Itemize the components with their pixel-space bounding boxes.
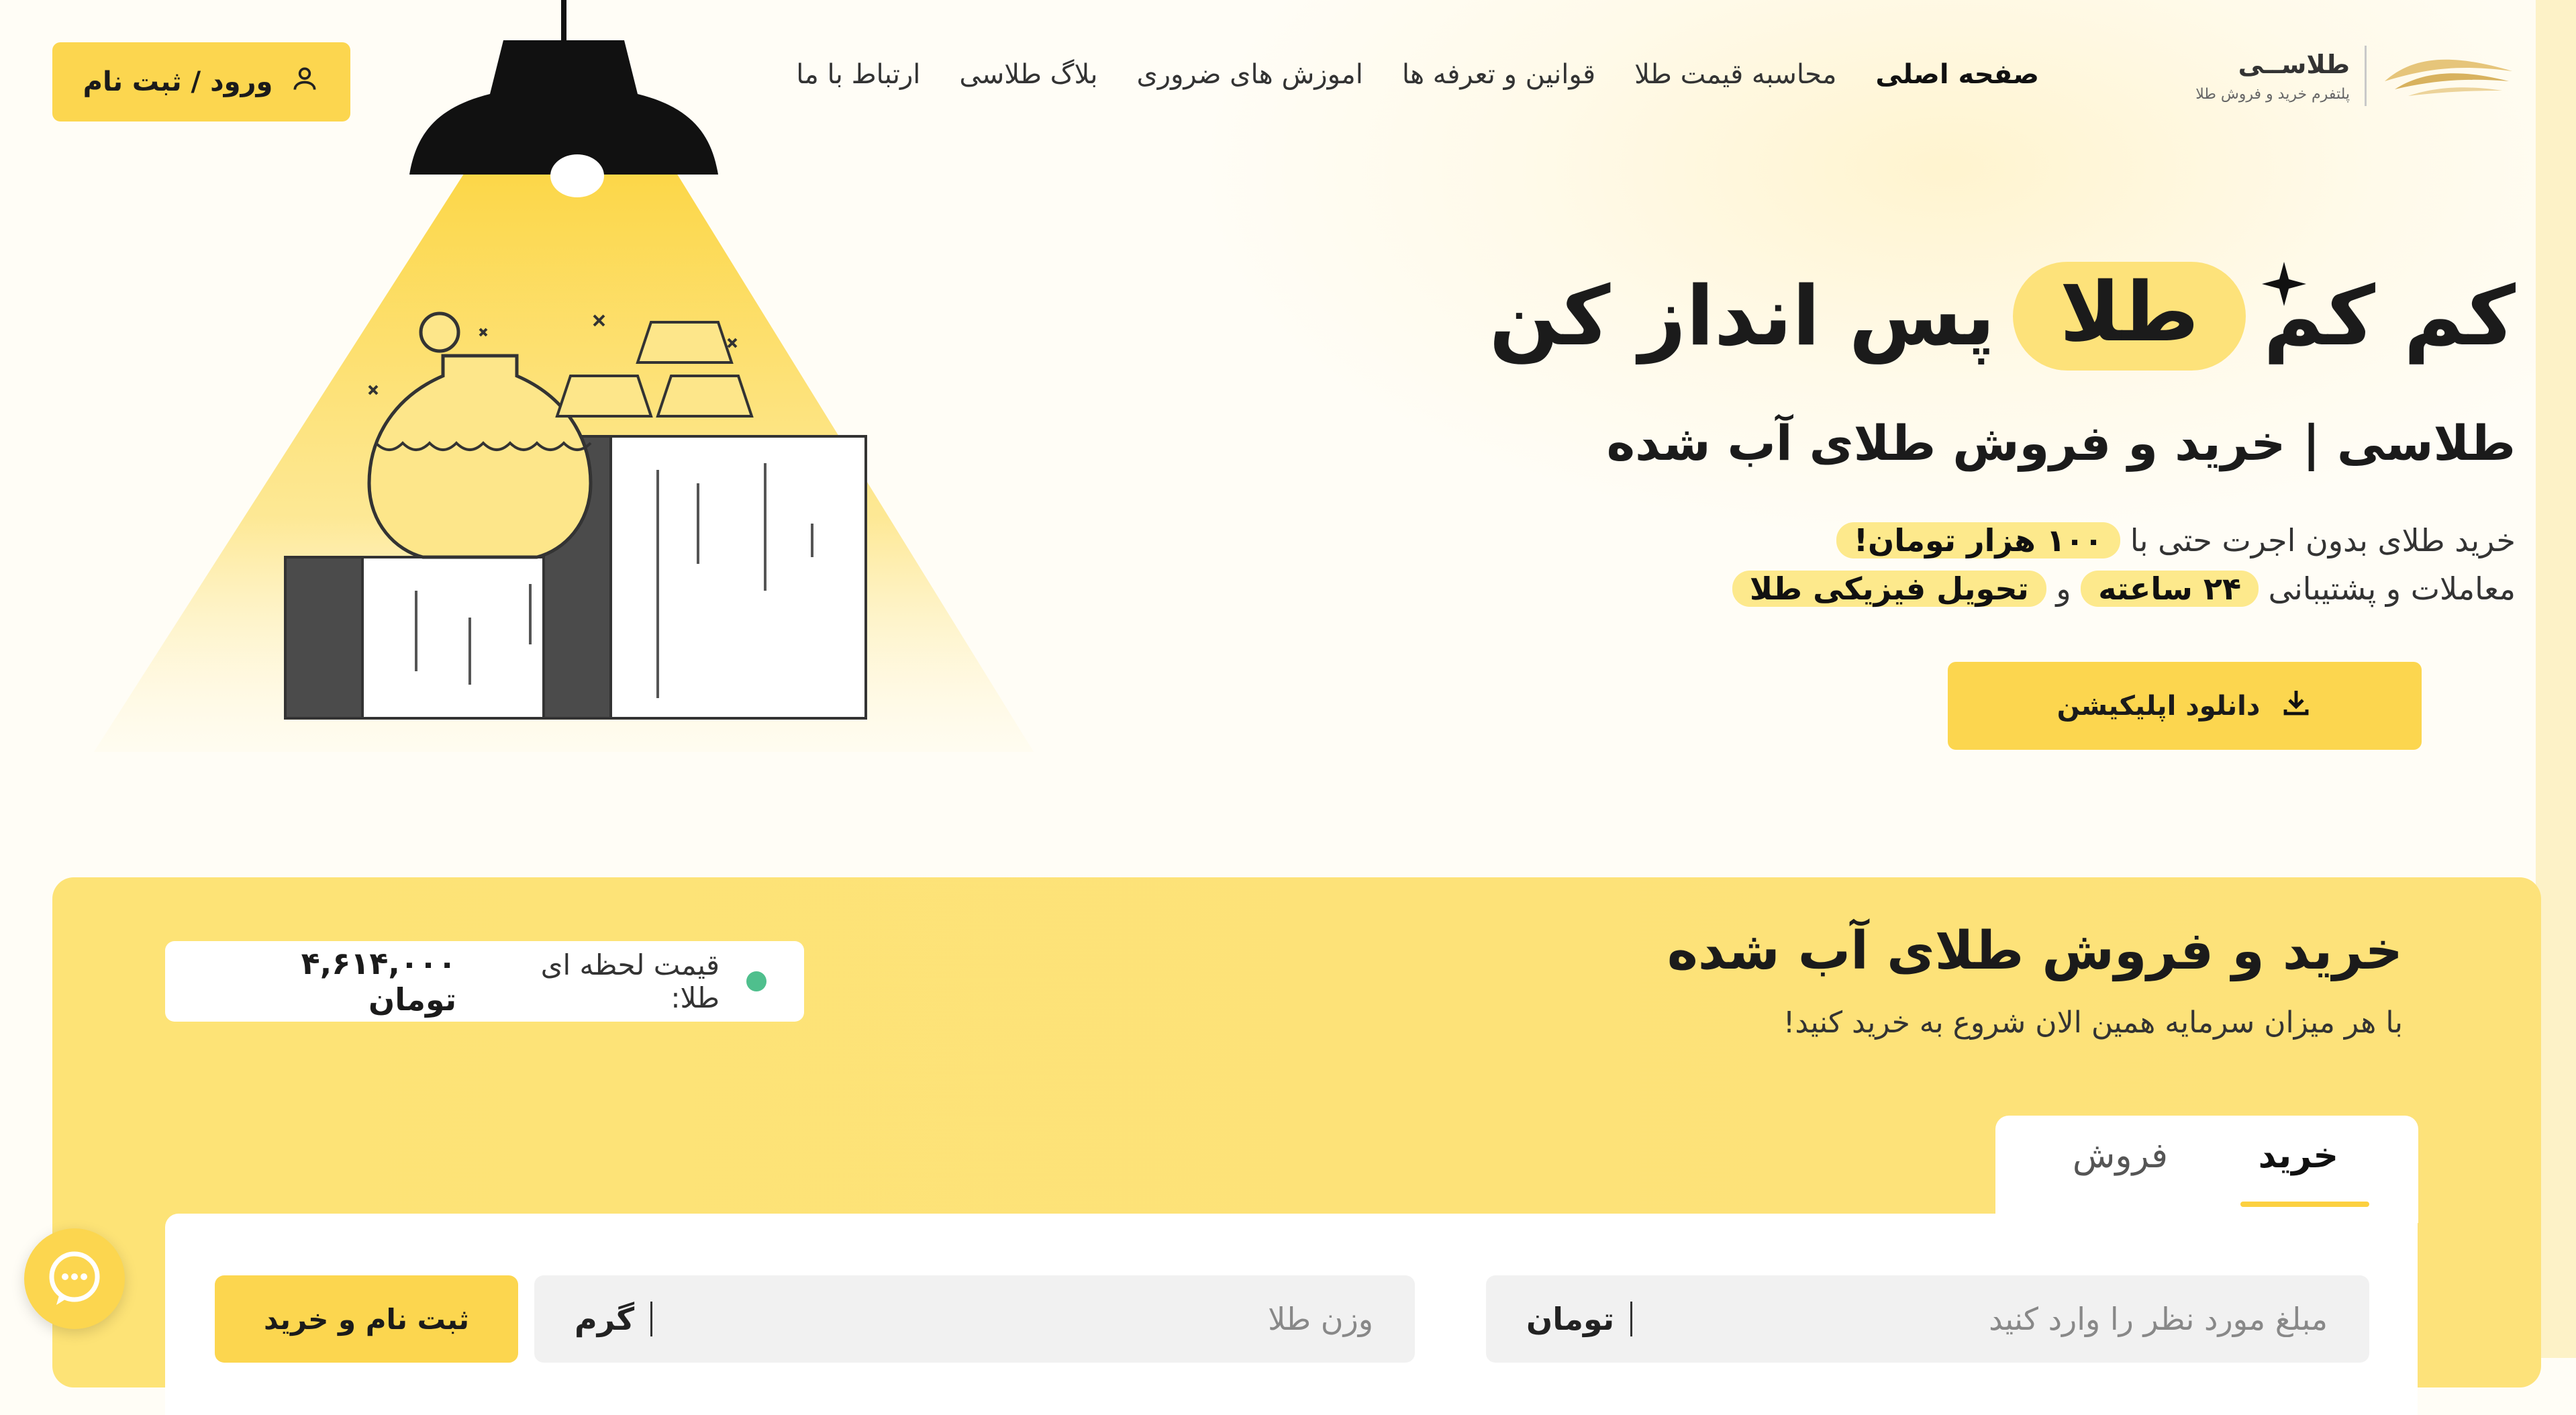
trade-subtitle: با هر میزان سرمایه همین الان شروع به خری…	[1783, 1006, 2403, 1040]
hero-title: کم کم طلا پس انداز کن	[1489, 262, 2516, 371]
tab-buy[interactable]: خرید	[2259, 1136, 2338, 1176]
amount-field[interactable]: تومان	[1486, 1275, 2369, 1363]
lamp-bulb	[550, 154, 604, 197]
download-app-button[interactable]: دانلود اپلیکیشن	[1948, 662, 2422, 750]
hero-line1-text: خرید طلای بدون اجرت حتی با	[2130, 522, 2516, 558]
live-price-card: قیمت لحظه ای طلا: ۴,۶۱۴,۰۰۰ تومان	[165, 941, 804, 1022]
trade-title: خرید و فروش طلای آب شده	[1667, 921, 2403, 981]
weight-input[interactable]	[668, 1300, 1375, 1338]
hero-line1-highlight: ۱۰۰ هزار تومان!	[1836, 522, 2121, 558]
nav-item-rules-tariffs[interactable]: قوانین و تعرفه ها	[1402, 59, 1595, 90]
hero-subtitle: طلاسی | خرید و فروش طلای آب شده	[1606, 415, 2516, 471]
gold-wave-logo-icon	[2381, 48, 2516, 104]
live-price-value: ۴,۶۱۴,۰۰۰ تومان	[301, 945, 457, 1018]
amount-unit: تومان	[1526, 1301, 1615, 1337]
nav-item-home[interactable]: صفحه اصلی	[1875, 59, 2039, 90]
active-tab-indicator	[2240, 1202, 2369, 1207]
download-app-label: دانلود اپلیکیشن	[2057, 690, 2261, 722]
logo-divider	[2365, 46, 2367, 106]
download-icon	[2280, 687, 2312, 726]
hero-title-highlight: طلا	[2012, 262, 2246, 371]
hero-illustration	[94, 0, 1034, 752]
hero-line2-highlight-24h: ۲۴ ساعته	[2081, 571, 2259, 607]
logo-subtitle: پلتفرم خرید و فروش طلا	[2195, 85, 2350, 103]
nav-item-gold-price-calculator[interactable]: محاسبه قیمت طلا	[1634, 59, 1836, 90]
chat-bubble-icon[interactable]	[24, 1228, 125, 1329]
hero-line2-highlight-delivery: تحویل فیزیکی طلا	[1732, 571, 2046, 607]
trade-tabs	[1995, 1116, 2418, 1223]
scroll-track[interactable]	[2536, 0, 2576, 1358]
logo-title: طلاســی	[2238, 49, 2350, 79]
live-price-label: قیمت لحظه ای طلا:	[540, 948, 720, 1014]
live-status-dot	[746, 971, 766, 991]
amount-input[interactable]	[1648, 1300, 2329, 1338]
lamp-shade	[409, 40, 718, 175]
weight-field[interactable]: گرم	[534, 1275, 1415, 1363]
hero-line2-and: و	[2056, 571, 2071, 607]
tab-sell[interactable]: فروش	[2073, 1136, 2168, 1176]
nav-item-tutorials[interactable]: اموزش های ضروری	[1136, 59, 1363, 90]
hero-line-2: معاملات و پشتیبانی ۲۴ ساعته و تحویل فیزی…	[1732, 571, 2516, 607]
hero-line2-text: معاملات و پشتیبانی	[2268, 571, 2516, 607]
weight-unit: گرم	[575, 1301, 635, 1337]
hero-line-1: خرید طلای بدون اجرت حتی با ۱۰۰ هزار توما…	[1836, 522, 2516, 558]
register-and-buy-button[interactable]: ثبت نام و خرید	[215, 1275, 518, 1363]
hero-title-part2: پس انداز کن	[1489, 269, 1995, 364]
field-separator	[650, 1302, 653, 1336]
field-separator	[1630, 1302, 1633, 1336]
site-logo[interactable]: طلاســی پلتفرم خرید و فروش طلا	[2195, 46, 2516, 106]
sparkle-icon	[2262, 262, 2306, 306]
